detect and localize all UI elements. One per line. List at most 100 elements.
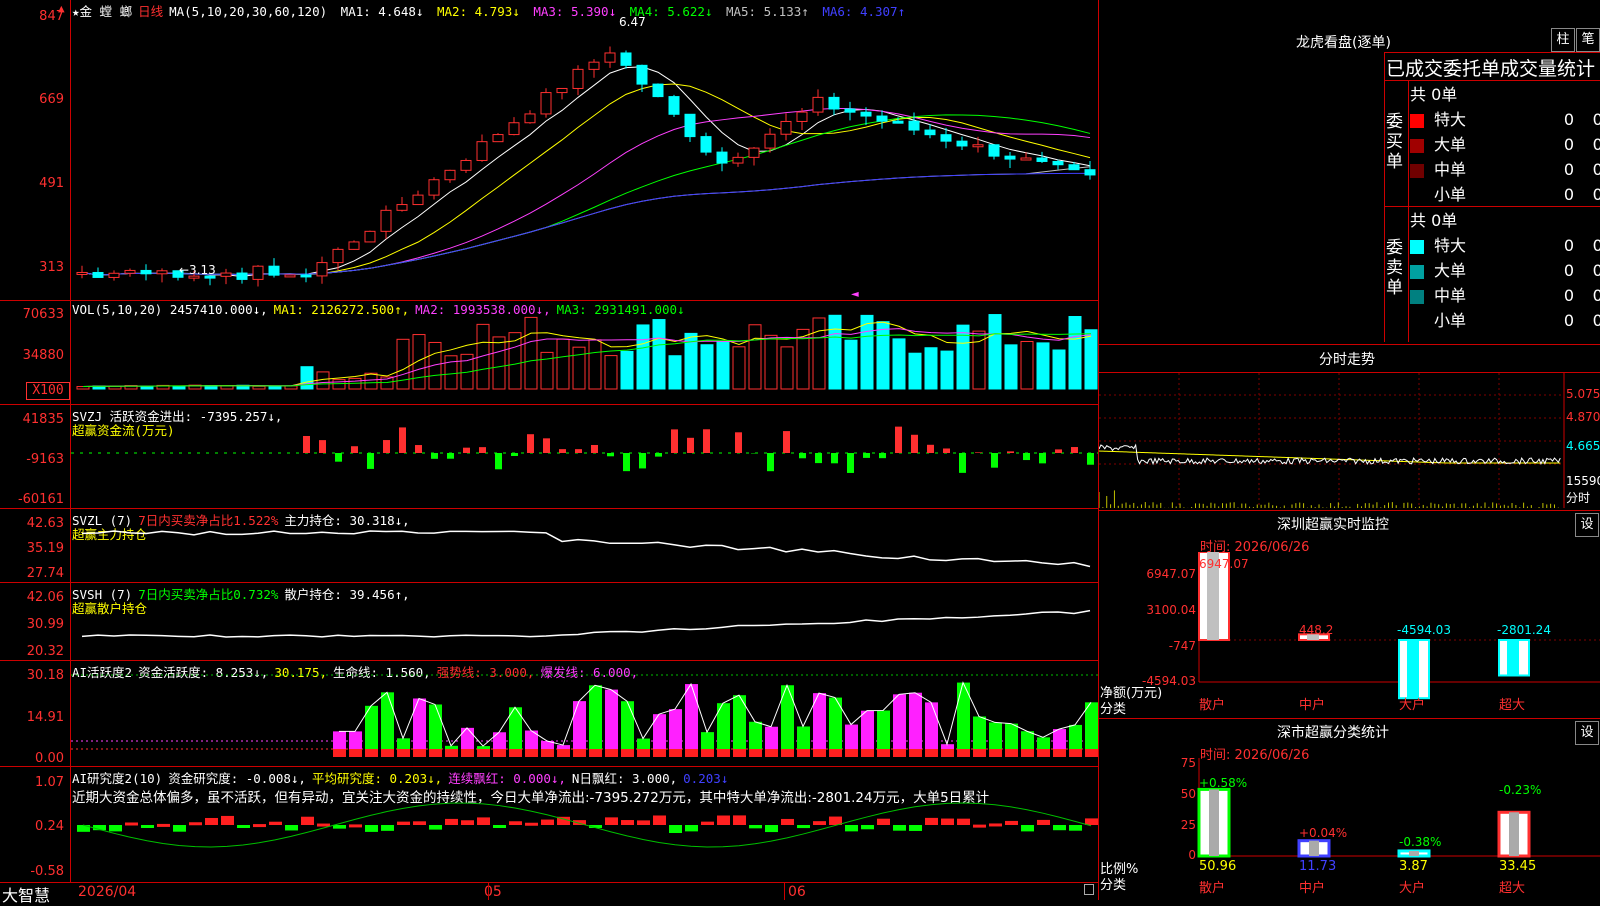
fl-ytick-3: 25: [1181, 818, 1196, 832]
scroll-up-icon[interactable]: ▲: [58, 2, 68, 14]
ai2-ytick-2: 0.24: [2, 819, 64, 834]
candle: [829, 97, 839, 109]
volume-bar: [365, 373, 377, 389]
tick-view-button[interactable]: 笔: [1576, 28, 1600, 52]
brand-label[interactable]: 大智慧: [2, 882, 50, 906]
kline-chart[interactable]: 6.47 ←3.13 ◄: [71, 0, 1098, 300]
volume-bar: [701, 345, 713, 389]
fundflow-bar: [959, 453, 966, 473]
fl-ytick-1: 75: [1181, 758, 1196, 770]
candle: [557, 88, 567, 92]
sz-settings-button[interactable]: 设: [1575, 513, 1599, 537]
fundflow-bar: [655, 453, 662, 457]
fundflow-bar: [783, 431, 790, 453]
research-bar: [797, 825, 810, 828]
candle: [477, 142, 487, 161]
research-bar: [317, 824, 330, 827]
fundflow-bar: [415, 445, 422, 453]
activity-base-bar: [653, 749, 666, 757]
bar-view-button[interactable]: 柱: [1551, 28, 1575, 52]
volume-ma-line: [83, 329, 1091, 387]
ai1-ytick-2: 14.91: [2, 710, 64, 725]
fundflow-bar: [895, 427, 902, 453]
fl-val-1: 50.96: [1199, 859, 1236, 874]
research-bar: [957, 819, 970, 825]
candle: [253, 266, 263, 279]
ratio-bar-core: [1309, 841, 1319, 856]
order-count: 0: [1534, 261, 1574, 280]
month-tick: [488, 882, 489, 900]
vol-unit-badge[interactable]: X100: [26, 382, 70, 400]
fundflow-bar: [815, 453, 822, 463]
volume-bar: [941, 351, 953, 389]
fl-settings-button[interactable]: 设: [1575, 721, 1599, 745]
sz-cat-3: 大户: [1399, 697, 1425, 713]
activity-base-bar: [973, 749, 986, 757]
candle: [141, 270, 151, 273]
candle: [637, 65, 647, 84]
order-pct: 0%: [1574, 135, 1600, 154]
activity-base-bar: [685, 749, 698, 757]
ma-line: [82, 173, 1090, 275]
volume-bar: [445, 356, 457, 389]
research-bar: [509, 821, 522, 825]
fs-top-line: [1098, 344, 1600, 345]
stat-title: 已成交委托单成交量统计: [1386, 54, 1600, 81]
volume-bar: [733, 347, 745, 389]
research-bar: [861, 825, 874, 829]
activity-base-bar: [1069, 749, 1082, 757]
fundflow-bar: [847, 453, 854, 473]
intraday-chart[interactable]: 5.075 4.870 4.665 155900 分时: [1099, 373, 1600, 508]
activity-bar: [893, 694, 906, 757]
fundflow-bar: [735, 432, 742, 453]
volume-ma-line: [83, 334, 1091, 387]
candle: [365, 231, 375, 242]
activity-bar: [589, 685, 602, 757]
fundflow-bar: [1071, 447, 1078, 453]
volume-bar: [525, 317, 537, 389]
research-bar: [1069, 825, 1082, 831]
candle: [621, 53, 631, 65]
research-bar: [333, 825, 346, 829]
volume-chart: [71, 301, 1098, 404]
main-ytick-1: 847: [2, 9, 64, 24]
fundflow-bar: [543, 438, 550, 453]
lock-icon[interactable]: [1084, 884, 1094, 895]
volume-bar: [845, 340, 857, 389]
volume-bar: [621, 351, 633, 389]
fundflow-bar: [479, 447, 486, 453]
research-bar: [301, 817, 314, 825]
activity-base-bar: [557, 749, 570, 757]
candle: [861, 112, 871, 116]
candle: [285, 275, 295, 277]
candle: [445, 170, 455, 179]
low-price-label: ←3.13: [179, 263, 216, 277]
candle: [381, 210, 391, 231]
order-row: 大单00%: [1410, 131, 1600, 155]
candle: [109, 273, 119, 277]
activity-base-bar: [845, 749, 858, 757]
volume-bar: [557, 339, 569, 389]
candle: [541, 93, 551, 114]
fundflow-bar: [559, 449, 566, 453]
fl-pct-4: -0.23%: [1499, 783, 1541, 797]
sz-monitor-chart: 6947.07 3100.04 -747 -4594.03 6947.07 44…: [1099, 552, 1600, 717]
research-bar: [989, 823, 1002, 826]
research-bar: [461, 820, 474, 825]
fl-cat-1: 散户: [1199, 880, 1225, 896]
fundflow-bar: [703, 429, 710, 453]
candle: [653, 84, 663, 96]
activity-base-bar: [1085, 749, 1098, 757]
candle: [269, 266, 279, 275]
order-type: 中单: [1434, 282, 1534, 306]
ma-line: [82, 115, 1090, 275]
candle: [493, 135, 503, 142]
volume-bar: [221, 386, 233, 389]
fundflow-bar: [687, 438, 694, 453]
order-row: 中单00%: [1410, 282, 1600, 306]
order-pct: 0%: [1574, 286, 1600, 305]
activity-base-bar: [541, 749, 554, 757]
fs-ytick-2: 4.870: [1566, 410, 1600, 424]
sz-ytick-2: 3100.04: [1146, 603, 1196, 617]
research-bar: [669, 825, 682, 833]
